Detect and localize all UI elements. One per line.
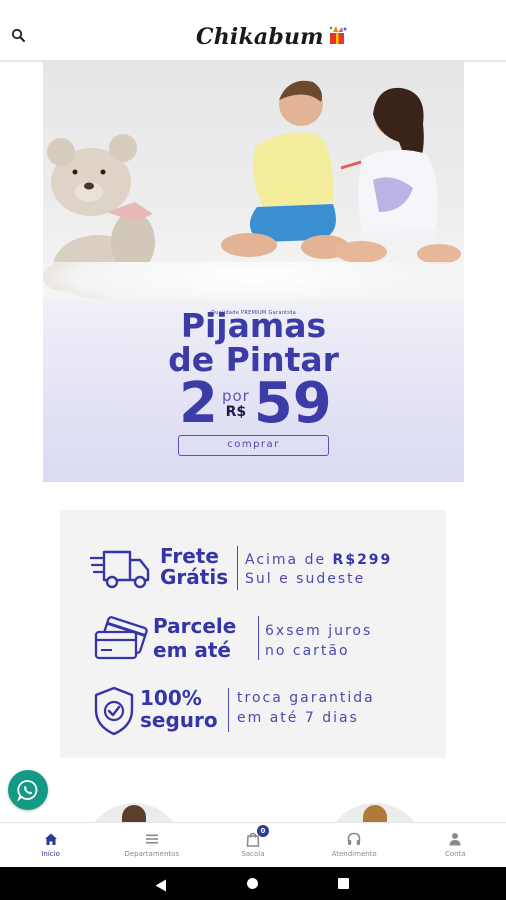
whatsapp-button[interactable] [8,770,48,810]
benefit-desc-line2: no cartão [265,643,350,659]
benefit-free-shipping: Frete Grátis Acima de R$299 Sul e sudest… [60,540,446,600]
person-icon [447,831,463,847]
category-avatar[interactable] [84,803,184,823]
recents-square-icon[interactable] [338,878,349,889]
nav-departments[interactable]: Departamentos [101,823,202,868]
search-icon[interactable] [10,27,28,45]
list-icon [144,831,160,847]
benefit-desc-line2: Sul e sudeste [245,571,366,587]
nav-label: Departamentos [124,850,180,858]
gift-icon [327,25,349,45]
benefit-title-line1: 100% [140,686,202,710]
nav-label: Sacola [241,850,265,858]
price-value: 59 [253,371,332,436]
logo-text: Chikabum [196,24,324,50]
category-avatar[interactable] [325,803,425,823]
benefit-secure: 100% seguro troca garantida em até 7 dia… [60,682,446,742]
benefit-title-line2: em até [153,638,231,662]
credit-card-icon [90,614,150,664]
shopping-bag-icon: 0 [245,825,269,847]
headphones-icon [346,831,362,847]
benefit-title-line2: Grátis [160,565,229,589]
benefit-divider [258,616,259,660]
nav-account[interactable]: Conta [405,823,506,868]
benefit-title-line2: seguro [140,708,218,732]
nav-bag[interactable]: 0 Sacola [202,823,303,868]
price-por-label: por [221,387,250,406]
nav-label: Conta [445,850,466,858]
home-icon [43,831,59,847]
benefit-title-line1: Parcele [153,614,237,638]
nav-support[interactable]: Atendimento [304,823,405,868]
system-navigation-bar [0,867,506,900]
benefit-divider [237,546,238,590]
back-icon[interactable] [155,877,167,896]
promo-price: 2 por R$ 59 [179,374,332,434]
nav-label: Atendimento [331,850,377,858]
benefit-divider [228,688,229,732]
benefit-desc-line1: Acima de R$299 [245,552,393,568]
whatsapp-icon [17,780,38,802]
benefit-desc-line2: em até 7 dias [237,710,359,726]
benefit-desc-line1: 6xsem juros [265,623,373,639]
benefit-title-line1: Frete [160,544,219,568]
price-middle: por R$ [222,388,250,420]
app-screen: Chikabum Qualidade PREMIUM Garantida Pij… [0,0,506,900]
nav-home[interactable]: Início [0,823,101,868]
bag-count-badge: 0 [256,825,269,837]
buy-button[interactable]: comprar [178,435,329,456]
benefit-desc-line1: troca garantida [237,690,375,706]
price-quantity: 2 [179,371,218,436]
delivery-truck-icon [88,544,150,594]
bottom-navigation: Início Departamentos 0 Sacola Atendiment… [0,822,506,867]
promo-banner[interactable]: Qualidade PREMIUM Garantida Pijamas de P… [43,62,464,482]
brand-logo[interactable]: Chikabum [196,20,349,54]
benefits-panel: Frete Grátis Acima de R$299 Sul e sudest… [60,510,446,758]
nav-label: Início [41,850,60,858]
home-circle-icon[interactable] [247,878,258,889]
price-currency: R$ [225,403,247,420]
benefit-installments: Parcele em até 6xsem juros no cartão [60,610,446,670]
top-header: Chikabum [0,0,506,62]
